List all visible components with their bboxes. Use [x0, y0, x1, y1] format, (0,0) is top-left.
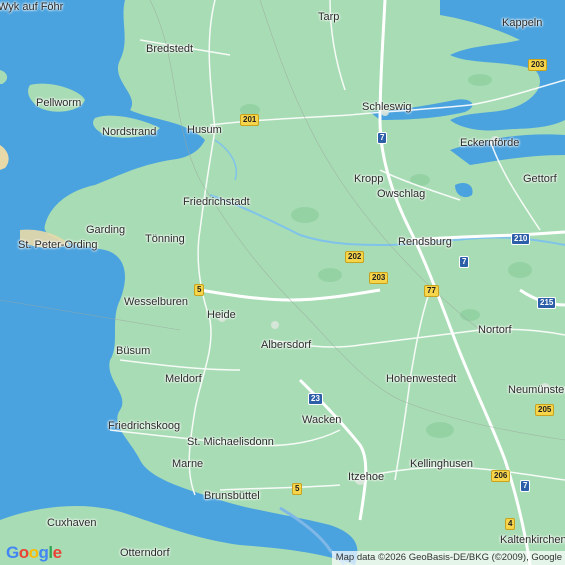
- place-heide[interactable]: Heide: [207, 310, 236, 321]
- place-husum[interactable]: Husum: [187, 125, 222, 136]
- place-brunsbuttel[interactable]: Brunsbüttel: [204, 491, 260, 502]
- place-friedrichskoog[interactable]: Friedrichskoog: [108, 421, 180, 432]
- place-st-peter-ording[interactable]: St. Peter-Ording: [18, 240, 97, 251]
- place-wyk-auf-fohr[interactable]: Wyk auf Föhr: [0, 2, 63, 13]
- place-kaltenkirchen[interactable]: Kaltenkirchen: [500, 535, 565, 546]
- place-kropp[interactable]: Kropp: [354, 174, 383, 185]
- place-kappeln[interactable]: Kappeln: [502, 18, 542, 29]
- place-st-michaelisdonn[interactable]: St. Michaelisdonn: [187, 437, 274, 448]
- road-shield-a210: 210: [511, 233, 531, 245]
- road-shield-a23: 23: [308, 393, 323, 405]
- road-shield-b206: 206: [491, 470, 511, 482]
- map-base-layer: [0, 0, 565, 565]
- place-wesselburen[interactable]: Wesselburen: [124, 297, 188, 308]
- road-shield-a7: 7: [377, 132, 388, 144]
- road-shield-a7: 7: [459, 256, 470, 268]
- place-nordstrand[interactable]: Nordstrand: [102, 127, 156, 138]
- road-shield-b203: 203: [528, 59, 548, 71]
- place-neumunster[interactable]: Neumünster: [508, 385, 565, 396]
- place-owschlag[interactable]: Owschlag: [377, 189, 425, 200]
- place-schleswig[interactable]: Schleswig: [362, 102, 412, 113]
- place-bredstedt[interactable]: Bredstedt: [146, 44, 193, 55]
- road-shield-b5: 5: [194, 284, 205, 296]
- place-busum[interactable]: Büsum: [116, 346, 150, 357]
- place-otterndorf[interactable]: Otterndorf: [120, 548, 170, 559]
- place-eckernforde[interactable]: Eckernförde: [460, 138, 519, 149]
- place-gettorf[interactable]: Gettorf: [523, 174, 557, 185]
- road-shield-b77: 77: [424, 285, 439, 297]
- place-nortorf[interactable]: Nortorf: [478, 325, 512, 336]
- place-marne[interactable]: Marne: [172, 459, 203, 470]
- place-tonning[interactable]: Tönning: [145, 234, 185, 245]
- place-wacken[interactable]: Wacken: [302, 415, 341, 426]
- map-attribution[interactable]: Map data ©2026 GeoBasis-DE/BKG (©2009), …: [331, 551, 565, 565]
- place-garding[interactable]: Garding: [86, 225, 125, 236]
- place-cuxhaven[interactable]: Cuxhaven: [47, 518, 97, 529]
- road-shield-b5: 5: [292, 483, 303, 495]
- road-shield-b202: 202: [345, 251, 365, 263]
- road-shield-a7: 7: [520, 480, 531, 492]
- place-kellinghusen[interactable]: Kellinghusen: [410, 459, 473, 470]
- google-logo[interactable]: Google: [6, 543, 62, 563]
- road-shield-a215: 215: [537, 297, 557, 309]
- road-shield-b4: 4: [505, 518, 516, 530]
- place-itzehoe[interactable]: Itzehoe: [348, 472, 384, 483]
- road-shield-b205: 205: [535, 404, 555, 416]
- place-pellworm[interactable]: Pellworm: [36, 98, 81, 109]
- place-rendsburg[interactable]: Rendsburg: [398, 237, 452, 248]
- road-shield-b201: 201: [240, 114, 260, 126]
- place-albersdorf[interactable]: Albersdorf: [261, 340, 311, 351]
- place-tarp[interactable]: Tarp: [318, 12, 339, 23]
- place-meldorf[interactable]: Meldorf: [165, 374, 202, 385]
- map-canvas[interactable]: Wyk auf Föhr Tarp Kappeln Bredstedt Pell…: [0, 0, 565, 565]
- place-hohenwestedt[interactable]: Hohenwestedt: [386, 374, 456, 385]
- road-shield-b203: 203: [369, 272, 389, 284]
- place-friedrichstadt[interactable]: Friedrichstadt: [183, 197, 250, 208]
